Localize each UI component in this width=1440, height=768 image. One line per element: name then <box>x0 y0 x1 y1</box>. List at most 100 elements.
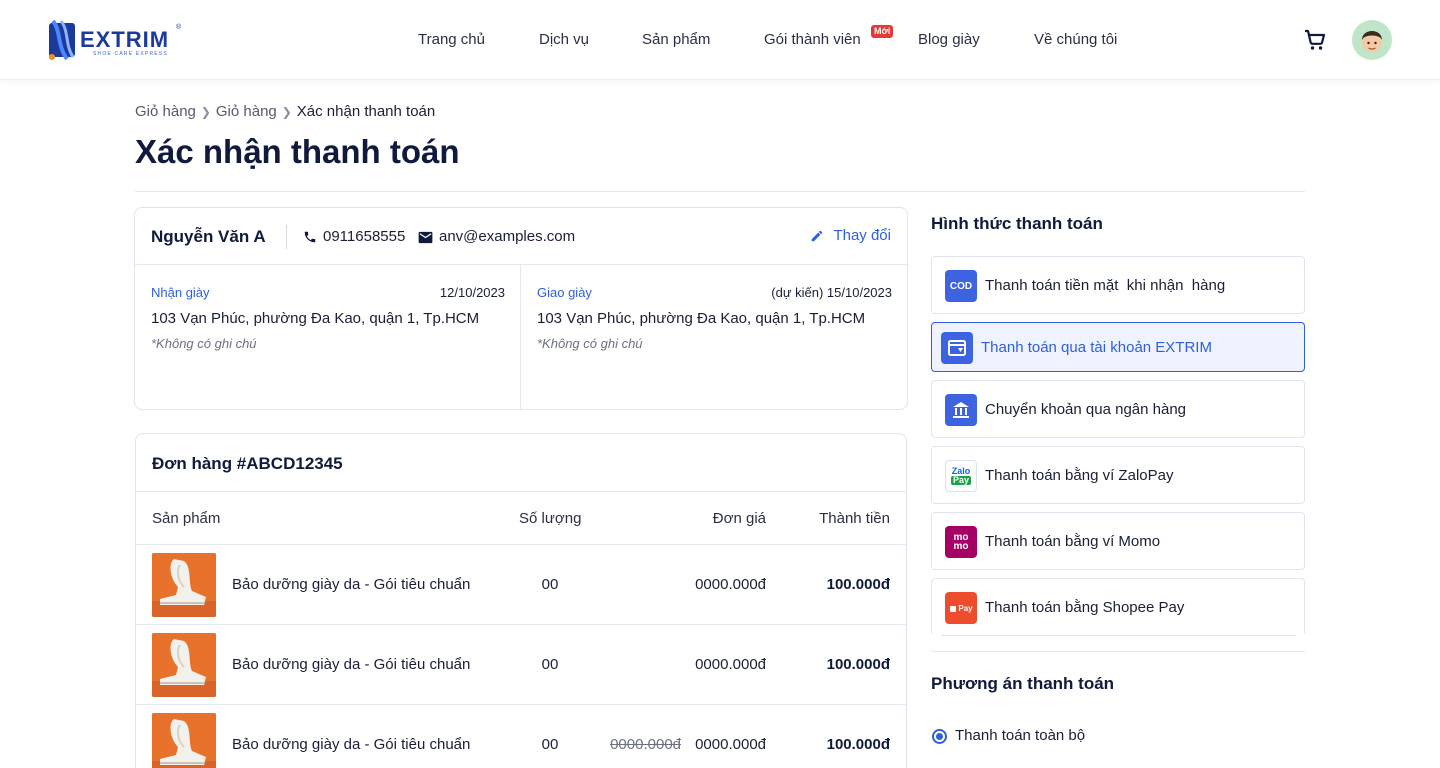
product-name: Bảo dưỡng giày da - Gói tiêu chuẩn <box>232 736 471 753</box>
customer-info-card: Nguyễn Văn A 0911658555 anv@examples.com… <box>134 207 908 410</box>
payment-option-label: Thanh toán bằng Shopee Pay <box>985 599 1185 616</box>
product-total: 100.000đ <box>826 576 890 593</box>
logo-mark-icon <box>49 19 75 61</box>
breadcrumb-current: Xác nhận thanh toán <box>296 103 436 120</box>
product-thumbnail <box>152 713 216 768</box>
title-divider <box>135 191 1305 192</box>
shoe-image-icon <box>152 553 216 617</box>
edit-info-button[interactable]: Thay đổi <box>810 227 891 245</box>
divider <box>931 651 1305 652</box>
payment-option-label: Thanh toán bằng ví Momo <box>985 533 1161 550</box>
delivery-address: 103 Vạn Phúc, phường Đa Kao, quận 1, Tp.… <box>537 310 866 327</box>
divider <box>136 491 906 492</box>
radio-selected-icon[interactable] <box>932 728 947 744</box>
payment-option-extrim-account[interactable]: Thanh toán qua tài khoản EXTRIM <box>931 322 1305 372</box>
brand-logo[interactable]: EXTRIM SHOE CARE EXPRESS ® <box>47 16 187 64</box>
product-quantity: 00 <box>541 736 559 753</box>
avatar-face-icon <box>1362 31 1382 52</box>
nav-products[interactable]: Sản phẩm <box>642 30 710 50</box>
payment-option-label: Thanh toán qua tài khoản EXTRIM <box>981 339 1212 356</box>
shoe-image-icon <box>152 713 216 768</box>
customer-email: anv@examples.com <box>418 228 575 246</box>
order-card: Đơn hàng #ABCD12345 Sản phẩm Số lượng Đơ… <box>135 433 907 768</box>
new-badge: Mới <box>871 25 894 38</box>
payment-option-label: Thanh toán tiền mặt khi nhận hàng <box>985 277 1226 294</box>
delivery-label: Giao giày <box>537 285 592 300</box>
delivery-section: Giao giày (dự kiến) 15/10/2023 103 Vạn P… <box>521 265 907 409</box>
payment-option-cod[interactable]: COD Thanh toán tiền mặt khi nhận hàng <box>931 256 1305 314</box>
column-header-product: Sản phẩm <box>152 510 221 527</box>
mail-icon <box>418 231 433 243</box>
nav-services[interactable]: Dịch vụ <box>539 30 589 50</box>
table-row: Bảo dưỡng giày da - Gói tiêu chuẩn 00 00… <box>136 545 906 625</box>
bank-icon <box>945 394 977 426</box>
column-header-total: Thành tiền <box>819 510 890 527</box>
product-name: Bảo dưỡng giày da - Gói tiêu chuẩn <box>232 656 471 673</box>
product-unit-price: 0000.000đ <box>695 736 766 753</box>
cod-icon: COD <box>945 270 977 302</box>
breadcrumb: Giỏ hàng ❯ Giỏ hàng ❯ Xác nhận thanh toá… <box>135 103 435 121</box>
breadcrumb-cart-1[interactable]: Giỏ hàng <box>135 103 196 121</box>
site-header: EXTRIM SHOE CARE EXPRESS ® Trang chủ Dịc… <box>0 0 1440 80</box>
delivery-date: (dự kiến) 15/10/2023 <box>771 285 892 300</box>
payment-plan-full-option[interactable]: Thanh toán toàn bộ <box>931 727 1085 745</box>
customer-phone-text: 0911658555 <box>323 228 406 245</box>
cart-icon[interactable] <box>1303 28 1327 52</box>
payment-option-zalopay[interactable]: Zalo Pay Thanh toán bằng ví ZaloPay <box>931 446 1305 504</box>
product-total: 100.000đ <box>826 656 890 673</box>
shopeepay-icon: Pay <box>945 592 977 624</box>
scroll-edge <box>941 635 1296 636</box>
payment-plan-title: Phương án thanh toán <box>931 674 1115 693</box>
payment-option-bank[interactable]: Chuyển khoản qua ngân hàng <box>931 380 1305 438</box>
nav-about[interactable]: Về chúng tôi <box>1034 30 1117 50</box>
customer-email-text: anv@examples.com <box>439 228 576 245</box>
pickup-note: *Không có ghi chú <box>151 336 257 351</box>
chevron-right-icon: ❯ <box>281 105 292 119</box>
product-total: 100.000đ <box>826 736 890 753</box>
brand-registered: ® <box>176 24 182 31</box>
payment-option-momo[interactable]: mo mo Thanh toán bằng ví Momo <box>931 512 1305 570</box>
product-thumbnail <box>152 553 216 617</box>
table-row: Bảo dưỡng giày da - Gói tiêu chuẩn 00 00… <box>136 625 906 705</box>
phone-icon <box>304 231 316 243</box>
nav-home[interactable]: Trang chủ <box>418 30 485 50</box>
nav-membership[interactable]: Gói thành viên <box>764 30 861 50</box>
pencil-icon <box>812 230 823 242</box>
payment-method-list: COD Thanh toán tiền mặt khi nhận hàng Th… <box>931 256 1305 634</box>
order-title: Đơn hàng #ABCD12345 <box>152 454 343 473</box>
product-unit-price: 0000.000đ <box>695 576 766 593</box>
product-quantity: 00 <box>541 576 559 593</box>
column-header-quantity: Số lượng <box>519 510 582 527</box>
breadcrumb-cart-2[interactable]: Giỏ hàng <box>216 103 277 121</box>
delivery-note: *Không có ghi chú <box>537 336 643 351</box>
page-title: Xác nhận thanh toán <box>135 133 460 170</box>
zalopay-icon: Zalo Pay <box>945 460 977 492</box>
momo-icon: mo mo <box>945 526 977 558</box>
chevron-right-icon: ❯ <box>200 105 211 119</box>
payment-option-label: Thanh toán bằng ví ZaloPay <box>985 467 1174 484</box>
payment-option-shopeepay[interactable]: Pay Thanh toán bằng Shopee Pay <box>931 578 1305 634</box>
edit-info-label: Thay đổi <box>833 227 891 244</box>
user-avatar[interactable] <box>1352 20 1392 60</box>
table-row: Bảo dưỡng giày da - Gói tiêu chuẩn 00 00… <box>136 705 906 768</box>
payment-method-title: Hình thức thanh toán <box>931 214 1103 233</box>
column-header-unit-price: Đơn giá <box>712 510 766 527</box>
pickup-date: 12/10/2023 <box>439 285 505 300</box>
divider <box>286 225 287 249</box>
product-name: Bảo dưỡng giày da - Gói tiêu chuẩn <box>232 576 471 593</box>
pickup-section: Nhận giày 12/10/2023 103 Vạn Phúc, phườn… <box>135 265 521 409</box>
customer-header: Nguyễn Văn A 0911658555 anv@examples.com… <box>135 208 907 265</box>
wallet-icon <box>941 332 973 364</box>
payment-option-label: Chuyển khoản qua ngân hàng <box>985 401 1187 418</box>
product-quantity: 00 <box>541 656 559 673</box>
nav-blog[interactable]: Blog giày <box>918 30 980 50</box>
product-thumbnail <box>152 633 216 697</box>
payment-plan-full-label: Thanh toán toàn bộ <box>955 727 1086 744</box>
brand-tagline: SHOE CARE EXPRESS <box>93 51 168 57</box>
pickup-address: 103 Vạn Phúc, phường Đa Kao, quận 1, Tp.… <box>151 310 480 327</box>
customer-name: Nguyễn Văn A <box>151 227 266 246</box>
shoe-image-icon <box>152 633 216 697</box>
product-unit-price: 0000.000đ <box>695 656 766 673</box>
pickup-label: Nhận giày <box>151 285 210 300</box>
customer-phone: 0911658555 <box>303 228 405 246</box>
